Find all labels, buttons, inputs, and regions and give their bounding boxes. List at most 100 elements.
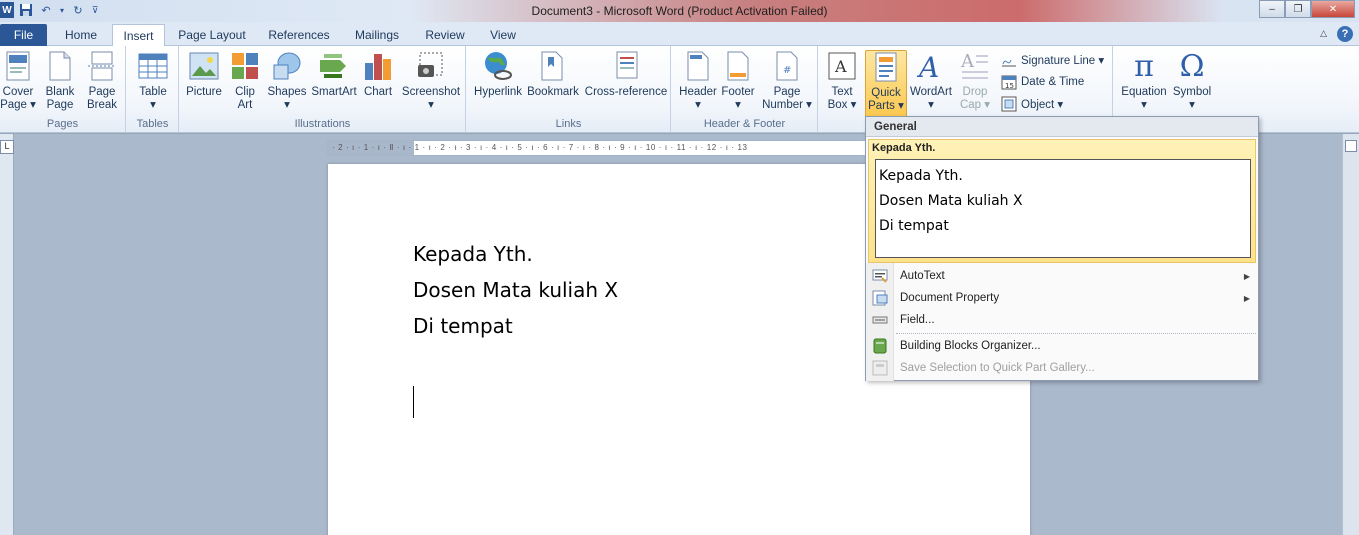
blank-page-label: Blank Page — [45, 86, 75, 111]
equation-button[interactable]: π Equation ▾ — [1118, 50, 1170, 112]
date-time-label: Date & Time — [1021, 76, 1085, 88]
group-links: Hyperlink Bookmark Cross-reference Links — [467, 46, 671, 132]
drop-cap-icon: A — [959, 50, 991, 82]
hyperlink-button[interactable]: Hyperlink — [471, 50, 525, 99]
cross-reference-icon — [610, 50, 642, 82]
tab-mailings[interactable]: Mailings — [346, 24, 408, 46]
tab-home[interactable]: Home — [55, 24, 107, 46]
chart-button[interactable]: Chart — [360, 50, 396, 99]
menu-item-label: Field... — [900, 314, 935, 326]
cross-reference-button[interactable]: Cross-reference — [583, 50, 669, 99]
window-controls: ‒ ❐ ✕ — [1259, 0, 1355, 18]
signature-line-button[interactable]: Signature Line ▾ — [1001, 52, 1104, 68]
date-time-button[interactable]: 15 Date & Time — [1001, 74, 1084, 90]
drop-cap-button[interactable]: A Drop Cap ▾ — [955, 50, 995, 112]
ruler-toggle-icon[interactable] — [1345, 140, 1357, 152]
group-pages: Cover Page ▾ Blank Page Page Break Pages — [0, 46, 126, 132]
screenshot-button[interactable]: Screenshot ▾ — [400, 50, 462, 112]
group-header-footer: Header ▾ Footer ▾ # Page Number ▾ Header… — [672, 46, 818, 132]
quick-parts-button[interactable]: Quick Parts ▾ — [865, 50, 907, 118]
tab-view[interactable]: View — [482, 24, 524, 46]
smartart-button[interactable]: SmartArt — [310, 50, 358, 99]
submenu-arrow-icon: ▶ — [1243, 271, 1250, 281]
footer-label: Footer ▾ — [721, 86, 755, 111]
clip-art-label: Clip Art — [235, 86, 255, 111]
document-line[interactable]: Kepada Yth. — [413, 242, 533, 266]
page-number-button[interactable]: # Page Number ▾ — [762, 50, 812, 112]
tab-review[interactable]: Review — [418, 24, 472, 46]
tab-references[interactable]: References — [262, 24, 336, 46]
table-button[interactable]: Table ▾ — [133, 50, 173, 112]
tab-file[interactable]: File — [0, 24, 47, 46]
chart-label: Chart — [363, 86, 393, 98]
tab-page-layout[interactable]: Page Layout — [172, 24, 252, 46]
smartart-icon — [318, 50, 350, 82]
autotext-icon — [872, 268, 888, 284]
svg-text:A: A — [960, 51, 975, 72]
cover-page-button[interactable]: Cover Page ▾ — [0, 50, 36, 112]
footer-button[interactable]: Footer ▾ — [718, 50, 758, 112]
group-label-links: Links — [555, 118, 582, 130]
symbol-button[interactable]: Ω Symbol ▾ — [1170, 50, 1214, 112]
gallery-section-header: General — [866, 117, 1258, 137]
wordart-button[interactable]: A WordArt ▾ — [909, 50, 953, 112]
document-property-icon — [872, 290, 888, 306]
table-label: Table ▾ — [139, 86, 167, 111]
close-button[interactable]: ✕ — [1311, 0, 1355, 18]
minimize-ribbon-icon[interactable]: △ — [1320, 28, 1327, 39]
menu-item-document-property[interactable]: Document Property ▶ — [866, 287, 1258, 309]
menu-item-field[interactable]: Field... — [866, 309, 1258, 331]
minimize-button[interactable]: ‒ — [1259, 0, 1285, 18]
menu-item-building-blocks-organizer[interactable]: Building Blocks Organizer... — [866, 335, 1258, 357]
vertical-ruler — [0, 134, 14, 535]
clip-art-button[interactable]: Clip Art — [230, 50, 260, 112]
tab-insert[interactable]: Insert — [112, 24, 165, 47]
blank-page-icon — [44, 50, 76, 82]
page-number-label: Page Number ▾ — [762, 86, 812, 111]
smartart-label: SmartArt — [311, 86, 357, 98]
equation-label: Equation ▾ — [1121, 86, 1167, 111]
preview-line: Kepada Yth. — [879, 168, 963, 184]
menu-item-label: Save Selection to Quick Part Gallery... — [900, 362, 1095, 374]
header-icon — [682, 50, 714, 82]
text-box-icon: A — [826, 50, 858, 82]
field-icon — [872, 312, 888, 328]
screenshot-icon — [415, 50, 447, 82]
page-break-button[interactable]: Page Break — [84, 50, 120, 112]
menu-item-label: Building Blocks Organizer... — [900, 340, 1041, 352]
cross-reference-label: Cross-reference — [584, 86, 668, 98]
blank-page-button[interactable]: Blank Page — [42, 50, 78, 112]
shapes-button[interactable]: Shapes ▾ — [266, 50, 308, 112]
text-box-label: Text Box ▾ — [827, 86, 857, 111]
restore-button[interactable]: ❐ — [1285, 0, 1311, 18]
object-button[interactable]: Object ▾ — [1001, 96, 1063, 112]
group-tables: Table ▾ Tables — [127, 46, 179, 132]
symbol-label: Symbol ▾ — [1172, 86, 1212, 111]
vertical-scrollbar[interactable] — [1342, 134, 1359, 535]
clip-art-icon — [229, 50, 261, 82]
signature-line-label: Signature Line ▾ — [1021, 55, 1105, 67]
picture-button[interactable]: Picture — [184, 50, 224, 99]
group-label-illustrations: Illustrations — [294, 118, 351, 130]
svg-text:15: 15 — [1005, 82, 1014, 90]
document-line[interactable]: Di tempat — [413, 314, 513, 338]
screenshot-label: Screenshot ▾ — [401, 86, 461, 111]
menu-item-save-selection[interactable]: Save Selection to Quick Part Gallery... — [866, 357, 1258, 379]
cover-page-icon — [2, 50, 34, 82]
bookmark-button[interactable]: Bookmark — [525, 50, 581, 99]
svg-text:A: A — [916, 51, 939, 81]
gallery-item[interactable]: Kepada Yth. Kepada Yth. Dosen Mata kulia… — [868, 139, 1256, 263]
header-button[interactable]: Header ▾ — [676, 50, 720, 112]
help-icon[interactable]: ? — [1337, 26, 1353, 42]
menu-item-label: AutoText — [900, 270, 945, 282]
chart-icon — [362, 50, 394, 82]
group-label-pages: Pages — [46, 118, 79, 130]
tab-selector[interactable]: L — [0, 140, 14, 154]
menu-item-autotext[interactable]: AutoText ▶ — [866, 265, 1258, 287]
wordart-label: WordArt ▾ — [910, 86, 952, 111]
footer-icon — [722, 50, 754, 82]
text-box-button[interactable]: A Text Box ▾ — [825, 50, 859, 112]
gallery-item-preview: Kepada Yth. Dosen Mata kuliah X Di tempa… — [875, 159, 1251, 258]
document-line[interactable]: Dosen Mata kuliah X — [413, 278, 618, 302]
menu-item-label: Document Property — [900, 292, 1000, 304]
